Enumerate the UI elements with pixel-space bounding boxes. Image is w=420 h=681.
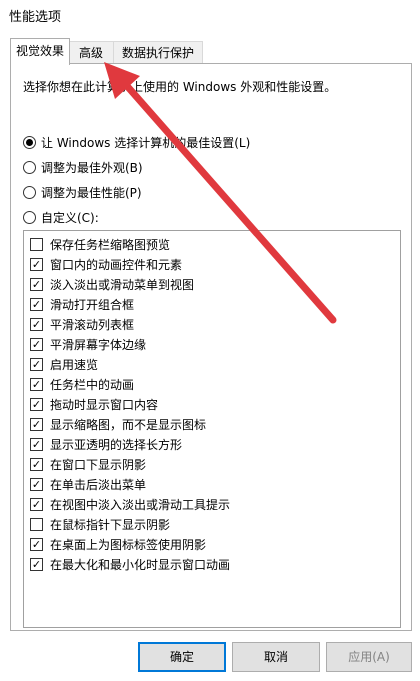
- ok-button[interactable]: 确定: [138, 642, 226, 672]
- window-title: 性能选项: [9, 10, 62, 25]
- option-label: 启用速览: [50, 358, 99, 372]
- option-label: 在窗口下显示阴影: [50, 458, 147, 472]
- option-item[interactable]: ✓ 在视图中淡入淡出或滑动工具提示: [30, 495, 230, 515]
- option-item[interactable]: ✓ 拖动时显示窗口内容: [30, 395, 158, 415]
- custom-options-list[interactable]: 保存任务栏缩略图预览 ✓ 窗口内的动画控件和元素 ✓ 淡入淡出或滑动菜单到视图 ✓ 滑动打开…: [23, 230, 401, 628]
- option-item[interactable]: ✓ 显示亚透明的选择长方形: [30, 435, 182, 455]
- panel-description: 选择你想在此计算机上使用的 Windows 外观和性能设置。: [23, 80, 337, 94]
- option-item[interactable]: ✓ 在窗口下显示阴影: [30, 455, 146, 475]
- checkbox[interactable]: ✓: [30, 438, 43, 451]
- option-item[interactable]: ✓ 显示缩略图，而不是显示图标: [30, 415, 206, 435]
- checkbox[interactable]: ✓: [30, 398, 43, 411]
- option-label: 在视图中淡入淡出或滑动工具提示: [50, 498, 231, 512]
- checkbox[interactable]: ✓: [30, 458, 43, 471]
- option-item[interactable]: ✓ 平滑屏幕字体边缘: [30, 335, 146, 355]
- option-label: 在桌面上为图标标签使用阴影: [50, 538, 207, 552]
- radio-option[interactable]: 调整为最佳外观(B): [23, 159, 143, 177]
- option-label: 滑动打开组合框: [50, 298, 135, 312]
- checkbox[interactable]: ✓: [30, 278, 43, 291]
- cancel-button[interactable]: 取消: [232, 642, 320, 672]
- option-label: 保存任务栏缩略图预览: [50, 238, 171, 252]
- tab-advanced[interactable]: 高级: [68, 41, 114, 64]
- checkbox[interactable]: ✓: [30, 318, 43, 331]
- checkbox[interactable]: ✓: [30, 258, 43, 271]
- tab-data-execution-prevention[interactable]: 数据执行保护: [113, 41, 203, 64]
- option-item[interactable]: ✓ 启用速览: [30, 355, 98, 375]
- apply-button[interactable]: 应用(A): [326, 642, 412, 672]
- visual-effects-panel: 选择你想在此计算机上使用的 Windows 外观和性能设置。 让 Windows…: [10, 63, 412, 631]
- radio-option[interactable]: 让 Windows 选择计算机的最佳设置(L): [23, 134, 250, 152]
- radio-button[interactable]: [23, 211, 36, 224]
- option-label: 淡入淡出或滑动菜单到视图: [50, 278, 195, 292]
- radio-label: 调整为最佳性能(P): [41, 186, 142, 200]
- option-item[interactable]: ✓ 在桌面上为图标标签使用阴影: [30, 535, 206, 555]
- option-label: 平滑屏幕字体边缘: [50, 338, 147, 352]
- option-item[interactable]: ✓ 在单击后淡出菜单: [30, 475, 146, 495]
- option-label: 拖动时显示窗口内容: [50, 398, 159, 412]
- option-item[interactable]: 在鼠标指针下显示阴影: [30, 515, 170, 535]
- option-label: 在鼠标指针下显示阴影: [50, 518, 171, 532]
- checkbox[interactable]: [30, 238, 43, 251]
- radio-button[interactable]: [23, 161, 36, 174]
- option-label: 在最大化和最小化时显示窗口动画: [50, 558, 231, 572]
- option-label: 在单击后淡出菜单: [50, 478, 147, 492]
- radio-label: 让 Windows 选择计算机的最佳设置(L): [41, 136, 251, 150]
- option-item[interactable]: ✓ 平滑滚动列表框: [30, 315, 134, 335]
- checkbox[interactable]: ✓: [30, 358, 43, 371]
- checkbox[interactable]: ✓: [30, 418, 43, 431]
- option-label: 显示亚透明的选择长方形: [50, 438, 183, 452]
- option-item[interactable]: ✓ 在最大化和最小化时显示窗口动画: [30, 555, 230, 575]
- option-label: 平滑滚动列表框: [50, 318, 135, 332]
- title-bar: 性能选项: [0, 0, 420, 30]
- option-item[interactable]: ✓ 任务栏中的动画: [30, 375, 134, 395]
- option-label: 显示缩略图，而不是显示图标: [50, 418, 207, 432]
- option-label: 任务栏中的动画: [50, 378, 135, 392]
- checkbox[interactable]: [30, 518, 43, 531]
- radio-option[interactable]: 调整为最佳性能(P): [23, 184, 142, 202]
- checkbox[interactable]: ✓: [30, 378, 43, 391]
- checkbox[interactable]: ✓: [30, 538, 43, 551]
- tab-visual-effects[interactable]: 视觉效果: [10, 38, 70, 65]
- option-item[interactable]: 保存任务栏缩略图预览: [30, 235, 170, 255]
- checkbox[interactable]: ✓: [30, 558, 43, 571]
- option-item[interactable]: ✓ 淡入淡出或滑动菜单到视图: [30, 275, 194, 295]
- checkbox[interactable]: ✓: [30, 338, 43, 351]
- option-item[interactable]: ✓ 滑动打开组合框: [30, 295, 134, 315]
- option-item[interactable]: ✓ 窗口内的动画控件和元素: [30, 255, 182, 275]
- radio-label: 调整为最佳外观(B): [41, 161, 143, 175]
- radio-option[interactable]: 自定义(C):: [23, 209, 99, 227]
- option-label: 窗口内的动画控件和元素: [50, 258, 183, 272]
- checkbox[interactable]: ✓: [30, 498, 43, 511]
- radio-button[interactable]: [23, 136, 36, 149]
- radio-button[interactable]: [23, 186, 36, 199]
- radio-label: 自定义(C):: [41, 211, 99, 225]
- checkbox[interactable]: ✓: [30, 298, 43, 311]
- checkbox[interactable]: ✓: [30, 478, 43, 491]
